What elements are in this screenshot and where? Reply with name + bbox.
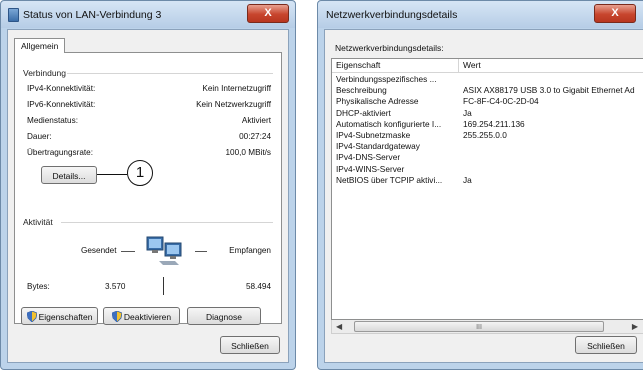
callout-line [97,174,127,175]
properties-button[interactable]: Eigenschaften [21,307,98,325]
window-title: Netzwerkverbindungsdetails [326,9,458,21]
scroll-right-arrow-icon[interactable]: ▶ [632,322,638,331]
connection-details-window: Netzwerkverbindungsdetails X Netzwerkver… [317,0,643,370]
list-item[interactable]: IPv4-DNS-Server [332,152,643,163]
shield-icon [26,311,37,322]
scroll-thumb[interactable]: III [354,321,604,332]
properties-label: Eigenschaften [38,312,93,322]
row-label: IPv4-Konnektivität: [27,84,96,93]
window-title: Status von LAN-Verbindung 3 [23,9,162,21]
deactivate-label: Deaktivieren [123,312,172,322]
list-item[interactable]: IPv4-Subnetzmaske 255.255.0.0 [332,130,643,141]
divider [67,73,273,74]
list-item[interactable]: NetBIOS über TCPIP aktivi... Ja [332,175,643,186]
list-item[interactable]: Verbindungsspezifisches ... [332,74,643,85]
scroll-grip: III [476,324,482,331]
group-activity-label: Aktivität [23,217,53,227]
diagnose-button[interactable]: Diagnose [187,307,261,325]
details-heading: Netzwerkverbindungsdetails: [335,43,444,53]
list-item[interactable]: Automatisch konfigurierte I... 169.254.21… [332,119,643,130]
details-button[interactable]: Details... [41,166,97,184]
details-list[interactable]: Eigenschaft Wert Verbindungsspezifisches… [331,58,643,320]
list-header: Eigenschaft Wert [332,59,643,73]
row-label: Dauer: [27,132,52,141]
dialog-client: Netzwerkverbindungsdetails: Eigenschaft … [324,29,643,363]
close-icon[interactable]: X [247,4,289,23]
list-item[interactable]: IPv4-Standardgateway [332,141,643,152]
lan-status-window: Status von LAN-Verbindung 3 X Allgemein … [0,0,296,370]
network-activity-icon [146,236,182,265]
column-header-property[interactable]: Eigenschaft [336,60,380,70]
row-label: Medienstatus: [27,116,78,125]
list-item[interactable]: DHCP-aktiviert Ja [332,108,643,119]
deactivate-button[interactable]: Deaktivieren [103,307,180,325]
dialog-client: Allgemein Verbindung IPv4-Konnektivität:… [7,29,289,363]
column-divider[interactable] [458,59,459,72]
network-icon [8,8,19,22]
group-connection-label: Verbindung [23,68,67,78]
horizontal-scrollbar[interactable]: ◀ III ▶ [331,320,643,334]
divider [61,222,273,223]
bytes-separator [163,277,164,295]
tab-panel: Verbindung IPv4-Konnektivität: Kein Inte… [14,52,282,325]
title-bar[interactable]: Status von LAN-Verbindung 3 X [1,1,295,28]
bytes-sent-value: 3.570 [105,282,126,291]
callout-marker: 1 [127,160,153,186]
column-header-value[interactable]: Wert [463,60,481,70]
tab-allgemein[interactable]: Allgemein [14,38,66,53]
list-item[interactable]: Physikalische Adresse FC-8F-C4-0C-2D-04 [332,96,643,107]
row-label: Übertragungsrate: [27,148,93,157]
callout-number: 1 [135,164,145,181]
close-icon[interactable]: X [594,4,636,23]
received-line [195,251,207,252]
bytes-received-value: 58.494 [245,282,271,291]
title-bar[interactable]: Netzwerkverbindungsdetails X [318,1,643,28]
row-value: 00:27:24 [239,132,271,141]
sent-line [121,251,135,252]
list-item[interactable]: Beschreibung ASIX AX88179 USB 3.0 to Giga… [332,85,643,96]
row-value: Kein Internetzugriff [202,84,271,93]
scroll-left-arrow-icon[interactable]: ◀ [336,322,342,331]
list-item[interactable]: IPv4-WINS-Server [332,164,643,175]
row-value: 100,0 MBit/s [225,148,271,157]
received-label: Empfangen [229,246,271,255]
shield-icon [111,311,122,322]
close-button[interactable]: Schließen [575,336,637,354]
row-label: IPv6-Konnektivität: [27,100,96,109]
row-value: Kein Netzwerkzugriff [196,100,271,109]
close-button[interactable]: Schließen [220,336,280,354]
row-value: Aktiviert [241,116,271,125]
bytes-label: Bytes: [27,282,50,291]
sent-label: Gesendet [81,246,117,255]
